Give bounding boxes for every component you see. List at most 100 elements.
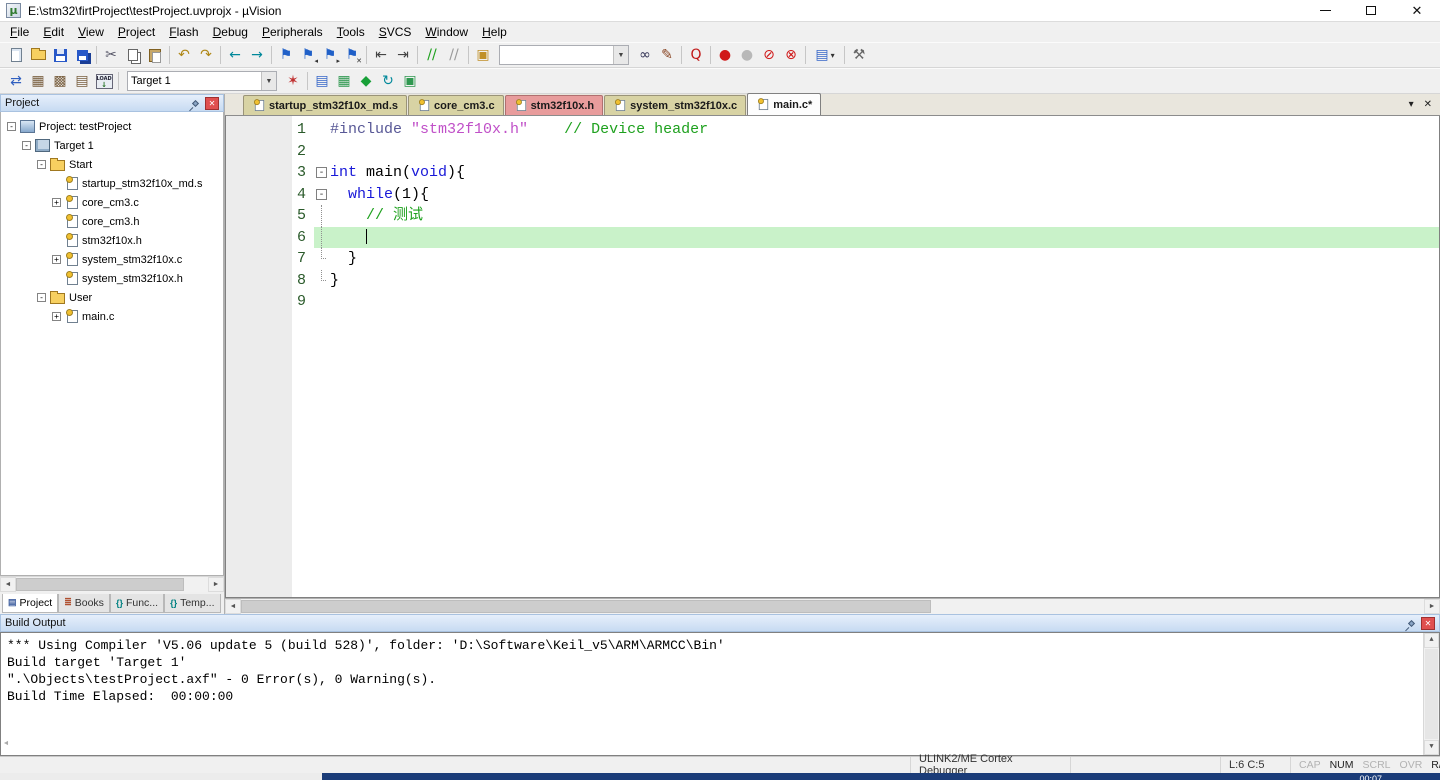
scroll-thumb[interactable]: [241, 600, 931, 613]
toggle-breakpoint-icon[interactable]: ●: [736, 44, 758, 66]
code-line-5[interactable]: 5 // 测试: [226, 205, 1439, 227]
scroll-thumb[interactable]: [16, 578, 184, 591]
scroll-left-icon[interactable]: ◄: [225, 599, 241, 614]
undo-icon[interactable]: ↶: [173, 44, 195, 66]
maximize-button[interactable]: [1348, 0, 1394, 21]
code-line-4[interactable]: 4- while(1){: [226, 184, 1439, 206]
editor-tab-main-c[interactable]: main.c*: [747, 93, 822, 115]
find-in-files-icon[interactable]: ∞: [634, 44, 656, 66]
target-combobox-dropdown-icon[interactable]: ▼: [261, 72, 276, 90]
tree-item-start[interactable]: - Start: [1, 155, 223, 174]
tree-item-target-1[interactable]: - Target 1: [1, 136, 223, 155]
batch-build-icon[interactable]: ▤: [71, 70, 93, 92]
insert-breakpoint-icon[interactable]: ●: [714, 44, 736, 66]
incremental-find-icon[interactable]: Q: [685, 44, 707, 66]
tree-expander-icon[interactable]: +: [52, 312, 61, 321]
scroll-up-icon[interactable]: ▲: [1424, 633, 1439, 648]
code-line-7[interactable]: 7 }: [226, 248, 1439, 270]
editor-tab-stm32f10x-h[interactable]: stm32f10x.h: [504, 95, 604, 115]
scroll-thumb[interactable]: [1425, 649, 1438, 739]
find-combobox-dropdown-icon[interactable]: ▼: [613, 46, 628, 64]
code-line-3[interactable]: 3- int main(void){: [226, 162, 1439, 184]
tree-expander-icon[interactable]: -: [7, 122, 16, 131]
options-for-target-icon[interactable]: ✶: [282, 70, 304, 92]
previous-bookmark-icon[interactable]: ⚑ ◂: [297, 44, 319, 66]
build-output-close-button[interactable]: ✕: [1421, 616, 1435, 630]
tree-item-main-c[interactable]: + main.c: [1, 307, 223, 326]
navigate-forward-icon[interactable]: →: [246, 44, 268, 66]
panel-tab-project[interactable]: ▤ Project: [2, 593, 59, 613]
tab-close-icon[interactable]: ✕: [1424, 99, 1432, 110]
clear-bookmarks-icon[interactable]: ⚑ ✕: [341, 44, 363, 66]
navigate-back-icon[interactable]: ←: [224, 44, 246, 66]
tree-item-system-stm32f10x-h[interactable]: system_stm32f10x.h: [1, 269, 223, 288]
pin-icon[interactable]: [191, 99, 200, 107]
editor-tab-core-cm3-c[interactable]: core_cm3.c: [408, 95, 504, 115]
save-all-icon[interactable]: [71, 44, 93, 66]
minimize-button[interactable]: [1302, 0, 1348, 21]
menu-flash[interactable]: Flash: [162, 23, 205, 41]
tree-item-core-cm3-h[interactable]: core_cm3.h: [1, 212, 223, 231]
code-line-9[interactable]: 9: [226, 291, 1439, 313]
books-window-icon[interactable]: ▣: [399, 70, 421, 92]
tree-expander-icon[interactable]: +: [52, 198, 61, 207]
new-file-icon[interactable]: [5, 44, 27, 66]
indent-icon[interactable]: ⇥: [392, 44, 414, 66]
editor-tab-system-stm32f10x-c[interactable]: system_stm32f10x.c: [604, 95, 747, 115]
insert-bookmark-icon[interactable]: ⚑: [275, 44, 297, 66]
manage-project-items-icon[interactable]: ▤: [311, 70, 333, 92]
close-button[interactable]: ✕: [1394, 0, 1440, 21]
scroll-track[interactable]: [16, 577, 208, 592]
tree-item-system-stm32f10x-c[interactable]: + system_stm32f10x.c: [1, 250, 223, 269]
cut-icon[interactable]: ✂: [100, 44, 122, 66]
scroll-left-icon[interactable]: ◄: [0, 577, 16, 592]
code-line-6[interactable]: 6: [226, 226, 1439, 248]
configure-icon[interactable]: ⚒: [848, 44, 870, 66]
menu-edit[interactable]: Edit: [36, 23, 71, 41]
tree-item-core-cm3-c[interactable]: + core_cm3.c: [1, 193, 223, 212]
menu-debug[interactable]: Debug: [206, 23, 255, 41]
scroll-right-icon[interactable]: ►: [1424, 599, 1440, 614]
tree-expander-icon[interactable]: -: [37, 160, 46, 169]
translate-icon[interactable]: ⇄: [5, 70, 27, 92]
fold-collapse-icon[interactable]: -: [316, 188, 327, 200]
code-line-2[interactable]: 2: [226, 141, 1439, 163]
scroll-right-icon[interactable]: ►: [208, 577, 224, 592]
tree-expander-icon[interactable]: +: [52, 255, 61, 264]
tree-item-startup-stm32f10x-md-s[interactable]: startup_stm32f10x_md.s: [1, 174, 223, 193]
uncomment-icon[interactable]: //: [443, 44, 465, 66]
debug-windows-icon[interactable]: ▤ ▾: [809, 44, 841, 66]
build-output-vscrollbar[interactable]: ▲ ▼: [1423, 633, 1439, 755]
menu-window[interactable]: Window: [418, 23, 475, 41]
code-area[interactable]: 1 #include "stm32f10x.h" // Device header…: [225, 116, 1440, 598]
tree-item-user[interactable]: - User: [1, 288, 223, 307]
tree-item-project-testproject[interactable]: - Project: testProject: [1, 117, 223, 136]
project-panel-close-button[interactable]: ✕: [205, 96, 219, 110]
find-combobox[interactable]: ▼: [499, 45, 629, 65]
tree-item-stm32f10x-h[interactable]: stm32f10x.h: [1, 231, 223, 250]
scroll-track[interactable]: [241, 599, 1424, 614]
next-bookmark-icon[interactable]: ⚑ ▸: [319, 44, 341, 66]
pin-icon[interactable]: [1407, 619, 1416, 627]
menu-help[interactable]: Help: [475, 23, 514, 41]
tab-list-dropdown-icon[interactable]: ▾: [1409, 99, 1414, 110]
redo-icon[interactable]: ↷: [195, 44, 217, 66]
unindent-icon[interactable]: ⇤: [370, 44, 392, 66]
comment-icon[interactable]: //: [421, 44, 443, 66]
target-combobox[interactable]: Target 1 ▼: [127, 71, 277, 91]
menu-project[interactable]: Project: [111, 23, 162, 41]
insert-template-icon[interactable]: ▣: [472, 44, 494, 66]
editor-hscrollbar[interactable]: ◄ ►: [225, 598, 1440, 614]
project-tree-hscrollbar[interactable]: ◄ ►: [0, 576, 224, 592]
tree-expander-icon[interactable]: -: [37, 293, 46, 302]
panel-tab-func[interactable]: {} Func...: [109, 593, 165, 613]
build-icon[interactable]: ▦: [27, 70, 49, 92]
kill-all-breakpoints-icon[interactable]: ⊗: [780, 44, 802, 66]
scroll-left-icon[interactable]: ◄: [4, 736, 8, 753]
manage-rte-icon[interactable]: ◆: [355, 70, 377, 92]
editor-tab-startup-stm32f10x-md-s[interactable]: startup_stm32f10x_md.s: [243, 95, 408, 115]
software-packs-icon[interactable]: ▦: [333, 70, 355, 92]
code-line-1[interactable]: 1 #include "stm32f10x.h" // Device header: [226, 119, 1439, 141]
menu-svcs[interactable]: SVCS: [372, 23, 419, 41]
scroll-down-icon[interactable]: ▼: [1424, 740, 1439, 755]
